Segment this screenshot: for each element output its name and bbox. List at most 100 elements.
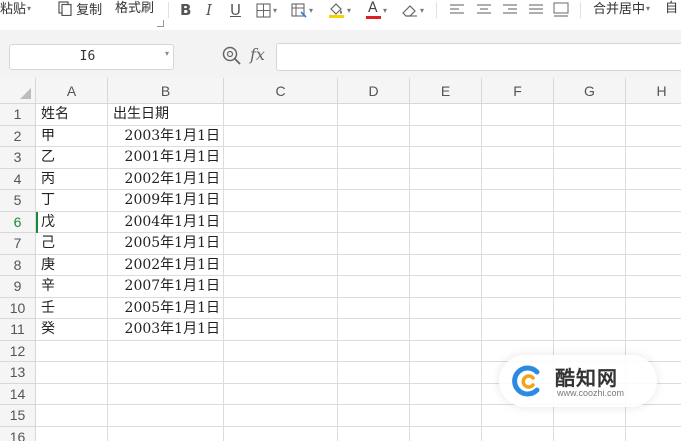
cell-g4[interactable] [554,168,626,190]
row-header[interactable]: 14 [0,383,36,405]
clear-dropdown-icon[interactable]: ▾ [420,6,424,15]
align-right-button[interactable] [502,0,518,20]
cell-a12[interactable] [36,340,108,362]
cell-e13[interactable] [410,362,482,384]
cell-c16[interactable] [224,426,338,441]
align-left-button[interactable] [449,0,465,20]
row-header[interactable]: 12 [0,340,36,362]
cell-style-button[interactable]: ▾ [291,0,313,20]
cell-d16[interactable] [338,426,410,441]
cell-e14[interactable] [410,383,482,405]
formula-input[interactable] [276,43,681,71]
justify-button[interactable] [528,0,544,20]
cell-h1[interactable] [626,104,681,126]
row-header[interactable]: 2 [0,125,36,147]
cell-d4[interactable] [338,168,410,190]
cell-b1[interactable]: 出生日期 [108,104,224,126]
cell-f16[interactable] [482,426,554,441]
cell-e8[interactable] [410,254,482,276]
cell-a15[interactable] [36,405,108,427]
merge-center-button[interactable]: 合并居中▾ [593,1,650,19]
cell-b3[interactable]: 2001年1月1日 [108,147,224,169]
distribute-button[interactable] [553,0,569,20]
row-header[interactable]: 4 [0,168,36,190]
column-header-c[interactable]: C [224,78,338,104]
cell-h6[interactable] [626,212,681,233]
underline-button[interactable]: U [230,0,241,20]
cell-b4[interactable]: 2002年1月1日 [108,168,224,190]
cell-c12[interactable] [224,340,338,362]
cell-a9[interactable]: 辛 [36,276,108,298]
cell-e10[interactable] [410,297,482,319]
cell-d10[interactable] [338,297,410,319]
format-painter-button[interactable]: 格式刷 [115,1,154,19]
cell-c3[interactable] [224,147,338,169]
cell-b2[interactable]: 2003年1月1日 [108,125,224,147]
cell-h10[interactable] [626,298,681,319]
cell-a7[interactable]: 己 [36,233,108,255]
paste-button[interactable]: 粘贴▾ [0,1,31,19]
cell-b13[interactable] [108,362,224,384]
cell-a2[interactable]: 甲 [36,125,108,147]
cell-g1[interactable] [554,104,626,126]
cell-e5[interactable] [410,190,482,212]
cell-g8[interactable] [554,254,626,276]
column-header-b[interactable]: B [108,78,224,104]
cell-c9[interactable] [224,276,338,298]
italic-button[interactable]: I [206,0,212,20]
cell-e4[interactable] [410,168,482,190]
row-header[interactable]: 8 [0,254,36,276]
cell-g11[interactable] [554,319,626,341]
cell-d6[interactable] [338,211,410,233]
cell-g5[interactable] [554,190,626,212]
cell-d15[interactable] [338,405,410,427]
name-box-dropdown-icon[interactable]: ▾ [165,49,169,58]
cell-f15[interactable] [482,405,554,427]
cell-h7[interactable] [626,233,681,255]
font-color-dropdown-icon[interactable]: ▾ [383,6,387,15]
fill-color-dropdown-icon[interactable]: ▾ [347,6,351,15]
row-header[interactable]: 6 [0,211,36,233]
column-header-f[interactable]: F [482,78,554,104]
cell-c8[interactable] [224,254,338,276]
clear-button[interactable]: ▾ [401,0,424,20]
cell-a6[interactable]: 戊 [36,211,108,233]
zoom-icon[interactable] [222,46,242,66]
row-header[interactable]: 1 [0,104,36,126]
select-all-button[interactable] [0,78,36,104]
cell-a14[interactable] [36,383,108,405]
cell-e7[interactable] [410,233,482,255]
cell-h3[interactable] [626,147,681,169]
column-header-g[interactable]: G [554,78,626,104]
cell-b5[interactable]: 2009年1月1日 [108,190,224,212]
cell-f9[interactable] [482,276,554,298]
cell-g7[interactable] [554,233,626,255]
cell-e3[interactable] [410,147,482,169]
row-header[interactable]: 5 [0,190,36,212]
cell-e2[interactable] [410,125,482,147]
cell-b10[interactable]: 2005年1月1日 [108,297,224,319]
row-header[interactable]: 10 [0,297,36,319]
cell-a13[interactable] [36,362,108,384]
cell-c11[interactable] [224,319,338,341]
cell-h2[interactable] [626,126,681,147]
align-center-button[interactable] [476,0,492,20]
cell-c10[interactable] [224,297,338,319]
paste-dropdown-icon[interactable]: ▾ [27,4,31,13]
cell-g15[interactable] [554,405,626,427]
cell-g3[interactable] [554,147,626,169]
cell-d7[interactable] [338,233,410,255]
cell-b9[interactable]: 2007年1月1日 [108,276,224,298]
cell-a11[interactable]: 癸 [36,319,108,341]
row-header[interactable]: 15 [0,405,36,427]
font-color-button[interactable]: A ▾ [366,0,387,20]
cell-e15[interactable] [410,405,482,427]
cell-a3[interactable]: 乙 [36,147,108,169]
cell-c15[interactable] [224,405,338,427]
cell-d2[interactable] [338,125,410,147]
cell-d5[interactable] [338,190,410,212]
cell-g16[interactable] [554,426,626,441]
column-header-e[interactable]: E [410,78,482,104]
fx-icon[interactable]: fx [250,45,265,64]
cell-h11[interactable] [626,319,681,341]
